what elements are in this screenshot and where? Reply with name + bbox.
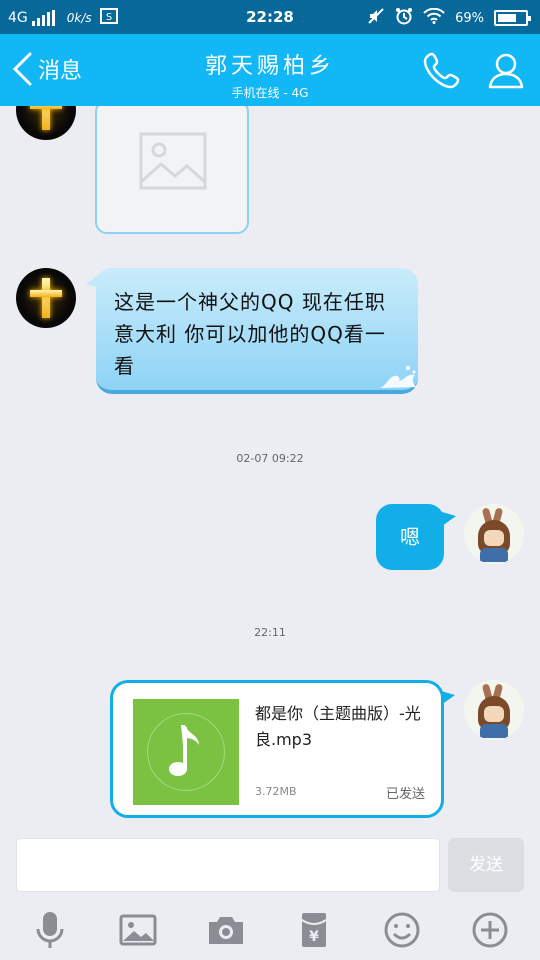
wifi-icon bbox=[423, 7, 445, 28]
sent-message[interactable]: 嗯 bbox=[376, 504, 456, 570]
music-file-thumbnail bbox=[133, 699, 239, 805]
send-button[interactable]: 发送 bbox=[448, 838, 524, 892]
back-button[interactable]: 消息 bbox=[12, 52, 82, 86]
input-bar: 发送 bbox=[0, 828, 540, 900]
chat-toolbar: ¥ bbox=[0, 900, 540, 960]
chat-area[interactable]: 这是一个神父的QQ 现在任职意大利 你可以加他的QQ看一看 02-07 09:2… bbox=[0, 106, 540, 828]
timestamp: 02-07 09:22 bbox=[236, 452, 304, 465]
battery-icon bbox=[494, 10, 531, 26]
contact-avatar[interactable] bbox=[16, 268, 76, 328]
text-message[interactable]: 这是一个神父的QQ 现在任职意大利 你可以加他的QQ看一看 bbox=[86, 268, 418, 394]
camera-icon[interactable] bbox=[206, 910, 246, 950]
image-placeholder-icon bbox=[139, 132, 207, 190]
alarm-icon bbox=[395, 7, 413, 29]
contact-profile-icon[interactable] bbox=[486, 50, 526, 94]
chevron-left-icon bbox=[12, 52, 32, 86]
status-right: 69% bbox=[367, 7, 531, 29]
online-status: 手机在线 - 4G bbox=[231, 86, 309, 100]
status-bar: 4G 0k/s S 22:28 69% bbox=[0, 0, 540, 34]
svg-text:¥: ¥ bbox=[309, 929, 319, 945]
image-message[interactable] bbox=[95, 106, 249, 234]
wave-decoration-icon bbox=[380, 366, 417, 388]
contact-avatar[interactable] bbox=[16, 106, 76, 140]
battery-percent: 69% bbox=[455, 10, 484, 26]
my-avatar[interactable] bbox=[464, 680, 524, 740]
microphone-icon[interactable] bbox=[30, 910, 70, 950]
bubble-tail bbox=[441, 691, 455, 705]
back-label: 消息 bbox=[38, 59, 83, 84]
message-text: 嗯 bbox=[400, 525, 420, 549]
phone-icon[interactable] bbox=[422, 50, 462, 94]
bubble-tail bbox=[86, 274, 100, 288]
file-status: 已发送 bbox=[385, 787, 425, 802]
emoji-icon[interactable] bbox=[382, 910, 422, 950]
contact-name: 郭天赐柏乡 bbox=[204, 54, 335, 79]
mute-icon bbox=[367, 7, 385, 29]
file-size: 3.72MB bbox=[255, 785, 297, 798]
message-input[interactable] bbox=[16, 838, 440, 892]
timestamp: 22:11 bbox=[254, 626, 286, 639]
chat-header: 消息 郭天赐柏乡 手机在线 - 4G bbox=[0, 34, 540, 106]
message-text: 这是一个神父的QQ 现在任职意大利 你可以加他的QQ看一看 bbox=[114, 290, 386, 378]
music-note-icon bbox=[169, 725, 199, 776]
contact-title[interactable]: 郭天赐柏乡 手机在线 - 4G bbox=[120, 48, 420, 101]
my-avatar[interactable] bbox=[464, 504, 524, 564]
red-packet-icon[interactable]: ¥ bbox=[294, 910, 334, 950]
image-icon[interactable] bbox=[118, 910, 158, 950]
file-name: 都是你（主题曲版）-光良.mp3 bbox=[255, 704, 421, 749]
bubble-tail bbox=[442, 512, 456, 526]
plus-icon[interactable] bbox=[470, 910, 510, 950]
file-message[interactable]: 都是你（主题曲版）-光良.mp3 3.72MB 已发送 bbox=[110, 680, 455, 818]
